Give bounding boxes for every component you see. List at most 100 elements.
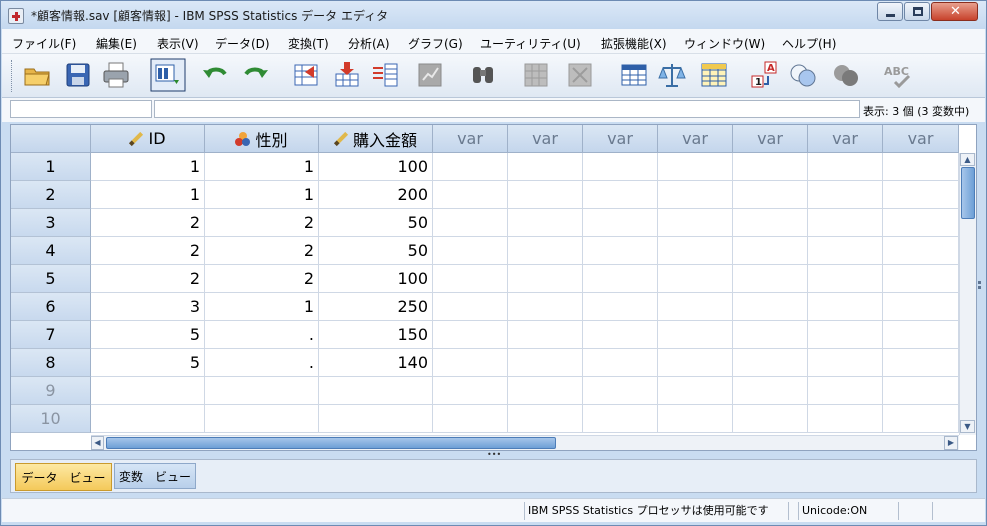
data-cell[interactable] — [583, 349, 658, 377]
data-cell[interactable] — [808, 153, 883, 181]
data-cell[interactable] — [883, 237, 959, 265]
data-cell[interactable]: 200 — [319, 181, 433, 209]
menu-graphs[interactable]: グラフ(G) — [408, 35, 463, 52]
data-cell[interactable] — [583, 181, 658, 209]
scroll-down-arrow[interactable]: ▼ — [960, 420, 975, 433]
data-cell[interactable] — [883, 293, 959, 321]
data-cell[interactable] — [808, 377, 883, 405]
data-cell[interactable] — [583, 265, 658, 293]
data-cell[interactable] — [883, 209, 959, 237]
data-cell[interactable]: 2 — [205, 265, 319, 293]
scroll-right-arrow[interactable]: ▶ — [944, 436, 958, 450]
data-cell[interactable] — [808, 349, 883, 377]
save-icon[interactable] — [63, 60, 93, 90]
use-sets-icon[interactable] — [788, 60, 818, 90]
data-cell[interactable] — [733, 181, 808, 209]
horizontal-scroll-thumb[interactable] — [106, 437, 556, 449]
data-cell[interactable]: 100 — [319, 265, 433, 293]
data-cell[interactable]: . — [205, 349, 319, 377]
select-cases-icon[interactable] — [699, 60, 729, 90]
undo-icon[interactable] — [201, 60, 231, 90]
menu-analyze[interactable]: 分析(A) — [348, 35, 390, 52]
data-cell[interactable]: 1 — [205, 293, 319, 321]
grid-corner[interactable] — [11, 125, 91, 153]
data-cell[interactable] — [583, 237, 658, 265]
data-cell[interactable] — [508, 237, 583, 265]
cell-value-field[interactable] — [154, 100, 860, 118]
data-cell[interactable]: 2 — [91, 237, 205, 265]
print-icon[interactable] — [101, 60, 131, 90]
data-cell[interactable] — [583, 293, 658, 321]
go-to-case-icon[interactable] — [291, 60, 321, 90]
vertical-scrollbar[interactable]: ▲ ▼ — [959, 153, 976, 435]
column-header-var[interactable]: var — [658, 125, 733, 153]
row-header[interactable]: 9 — [11, 377, 91, 405]
data-cell[interactable]: 140 — [319, 349, 433, 377]
data-cell[interactable]: 1 — [91, 153, 205, 181]
data-cell[interactable] — [808, 321, 883, 349]
data-cell[interactable] — [808, 265, 883, 293]
variables-icon[interactable] — [371, 60, 401, 90]
column-header-var[interactable]: var — [883, 125, 959, 153]
data-cell[interactable]: 3 — [91, 293, 205, 321]
data-cell[interactable] — [808, 209, 883, 237]
data-cell[interactable] — [583, 153, 658, 181]
data-cell[interactable]: 250 — [319, 293, 433, 321]
open-folder-icon[interactable] — [22, 60, 52, 90]
cell-reference-field[interactable] — [10, 100, 152, 118]
row-header[interactable]: 4 — [11, 237, 91, 265]
spell-check-icon[interactable]: ABC — [883, 60, 913, 90]
data-cell[interactable]: 2 — [205, 237, 319, 265]
data-cell[interactable] — [508, 377, 583, 405]
column-header-var[interactable]: var — [433, 125, 508, 153]
weight-cases-icon[interactable] — [657, 60, 687, 90]
data-cell[interactable] — [808, 237, 883, 265]
data-cell[interactable] — [883, 153, 959, 181]
vertical-scroll-thumb[interactable] — [961, 167, 975, 219]
data-cell[interactable] — [319, 405, 433, 433]
data-cell[interactable] — [658, 265, 733, 293]
toolbar-grip[interactable] — [11, 60, 14, 92]
column-header-var[interactable]: var — [733, 125, 808, 153]
data-cell[interactable] — [508, 265, 583, 293]
data-cell[interactable] — [658, 153, 733, 181]
menu-data[interactable]: データ(D) — [215, 35, 270, 52]
tab-data-view[interactable]: データ ビュー — [15, 463, 112, 491]
title-bar[interactable]: *顧客情報.sav [顧客情報] - IBM SPSS Statistics デ… — [1, 1, 986, 29]
data-cell[interactable] — [733, 293, 808, 321]
data-cell[interactable] — [91, 377, 205, 405]
data-cell[interactable] — [808, 293, 883, 321]
data-cell[interactable] — [433, 237, 508, 265]
data-cell[interactable] — [733, 209, 808, 237]
column-header-purchase-amount[interactable]: 購入金額 — [319, 125, 433, 153]
scroll-up-arrow[interactable]: ▲ — [960, 153, 975, 166]
data-cell[interactable]: 100 — [319, 153, 433, 181]
column-header-id[interactable]: ID — [91, 125, 205, 153]
data-cell[interactable] — [433, 377, 508, 405]
row-header[interactable]: 2 — [11, 181, 91, 209]
data-cell[interactable]: 2 — [91, 265, 205, 293]
row-header[interactable]: 10 — [11, 405, 91, 433]
data-cell[interactable]: 150 — [319, 321, 433, 349]
data-cell[interactable] — [883, 181, 959, 209]
spss-app-icon[interactable] — [8, 8, 24, 24]
tab-variable-view[interactable]: 変数 ビュー — [114, 463, 196, 489]
data-cell[interactable] — [733, 377, 808, 405]
data-cell[interactable] — [658, 209, 733, 237]
data-cell[interactable] — [583, 377, 658, 405]
column-header-var[interactable]: var — [808, 125, 883, 153]
data-cell[interactable] — [433, 181, 508, 209]
close-button[interactable]: ✕ — [931, 2, 978, 21]
data-cell[interactable] — [583, 209, 658, 237]
data-cell[interactable] — [433, 405, 508, 433]
run-descriptives-icon[interactable] — [415, 60, 445, 90]
menu-view[interactable]: 表示(V) — [157, 35, 199, 52]
data-cell[interactable] — [205, 405, 319, 433]
data-cell[interactable] — [658, 321, 733, 349]
data-cell[interactable] — [883, 405, 959, 433]
data-cell[interactable] — [658, 377, 733, 405]
data-cell[interactable] — [808, 181, 883, 209]
menu-transform[interactable]: 変換(T) — [288, 35, 329, 52]
data-cell[interactable] — [733, 237, 808, 265]
data-cell[interactable] — [658, 349, 733, 377]
